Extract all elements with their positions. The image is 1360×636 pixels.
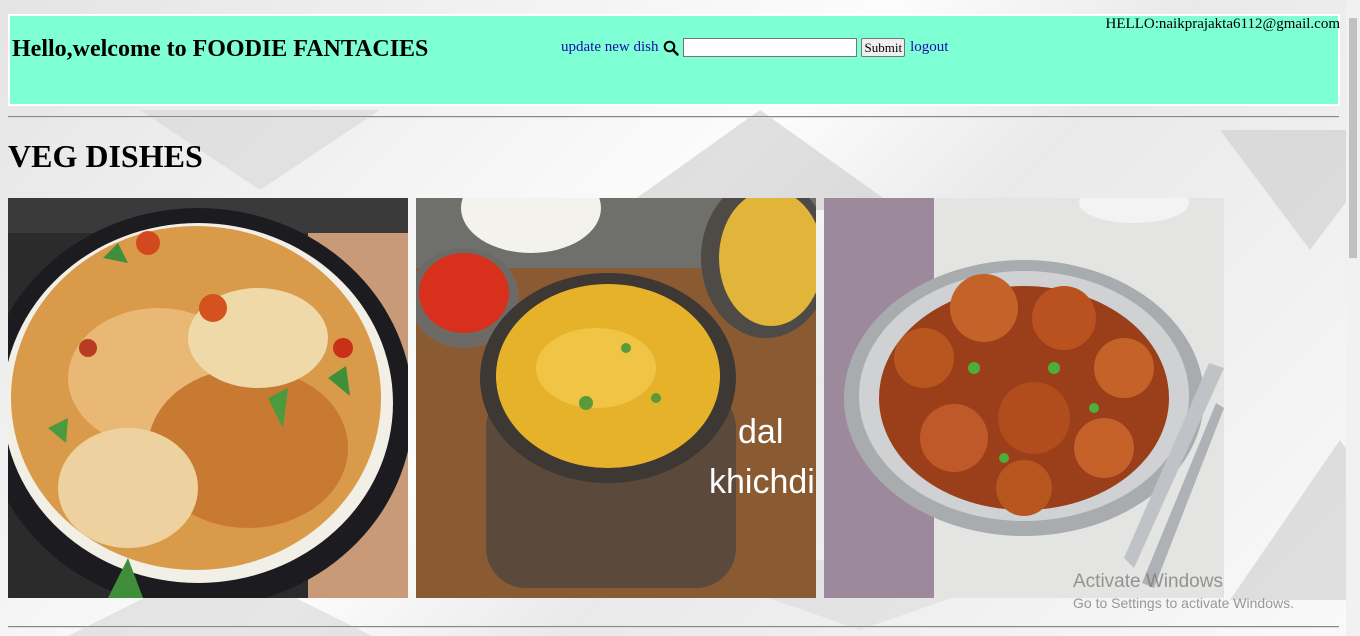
site-header: Hello,welcome to FOODIE FANTACIES update… bbox=[8, 14, 1340, 106]
watermark-subtitle: Go to Settings to activate Windows. bbox=[1073, 595, 1294, 611]
nav-bar: update new dish Submit logout bbox=[561, 38, 948, 57]
section-title: VEG DISHES bbox=[8, 138, 203, 174]
site-title: Hello,welcome to FOODIE FANTACIES bbox=[12, 36, 429, 62]
dal-image-text: dal bbox=[738, 413, 783, 451]
windows-activation-watermark: Activate Windows Go to Settings to activ… bbox=[1073, 571, 1294, 611]
page-content: Hello,welcome to FOODIE FANTACIES update… bbox=[0, 0, 1360, 636]
dish-image-dal-khichdi[interactable]: dal khichdi bbox=[416, 198, 816, 598]
submit-button[interactable]: Submit bbox=[861, 38, 906, 57]
divider bbox=[8, 626, 1339, 628]
user-greeting: HELLO:naikprajakta6112@gmail.com bbox=[1105, 16, 1340, 32]
divider bbox=[8, 116, 1339, 118]
search-icon bbox=[663, 40, 680, 56]
khichdi-image-text: khichdi bbox=[709, 463, 815, 501]
update-dish-link[interactable]: update new dish bbox=[561, 39, 658, 56]
dish-image-biryani[interactable] bbox=[8, 198, 408, 598]
logout-link[interactable]: logout bbox=[910, 39, 948, 56]
dish-image-gobi-manchurian[interactable] bbox=[824, 198, 1224, 598]
search-input[interactable] bbox=[683, 38, 858, 57]
watermark-title: Activate Windows bbox=[1073, 571, 1223, 592]
